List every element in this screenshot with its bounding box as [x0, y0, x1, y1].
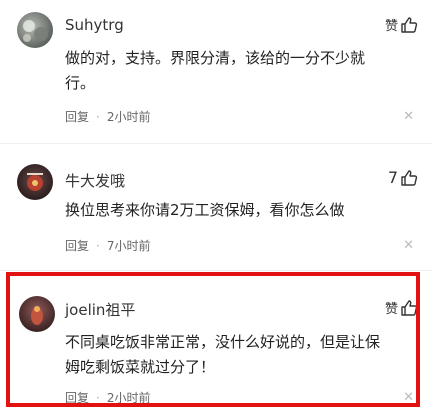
username[interactable]: 牛大发哦	[65, 170, 125, 191]
like-count: 7	[387, 168, 398, 187]
timestamp: 2小时前	[106, 110, 151, 124]
reply-link[interactable]: 回复	[65, 237, 89, 254]
divider	[0, 270, 432, 271]
like-label: 赞	[384, 19, 398, 34]
comment-text: 做的对，支持。界限分清，该给的一分不少就 行。	[65, 49, 366, 92]
like-button[interactable]: 赞	[385, 15, 418, 34]
comment-meta: 回复 · 2小时前	[65, 108, 150, 125]
avatar[interactable]	[17, 164, 53, 200]
thumbs-up-icon	[401, 169, 418, 186]
thumbs-up-icon	[401, 16, 418, 33]
close-icon[interactable]: ✕	[403, 238, 414, 253]
separator-dot: ·	[96, 238, 100, 253]
separator-dot: ·	[96, 109, 100, 124]
avatar-image-icon	[23, 20, 48, 42]
timestamp: 7小时前	[106, 239, 151, 253]
comment-meta: 回复 · 7小时前	[65, 237, 150, 254]
username[interactable]: Suhytrg	[65, 16, 124, 34]
highlight-box	[6, 272, 420, 407]
like-button[interactable]: 7	[388, 168, 418, 187]
close-icon[interactable]: ✕	[403, 109, 414, 124]
avatar-image-icon	[27, 173, 43, 191]
avatar[interactable]	[17, 12, 53, 48]
comment-item: 牛大发哦 7 换位思考来你请2万工资保姆，看你怎么做 回复 · 7小时前 ✕	[0, 144, 432, 270]
reply-link[interactable]: 回复	[65, 108, 89, 125]
comment-text: 换位思考来你请2万工资保姆，看你怎么做	[65, 201, 345, 219]
comment-item: Suhytrg 赞 做的对，支持。界限分清，该给的一分不少就 行。 回复 · 2…	[0, 0, 432, 140]
